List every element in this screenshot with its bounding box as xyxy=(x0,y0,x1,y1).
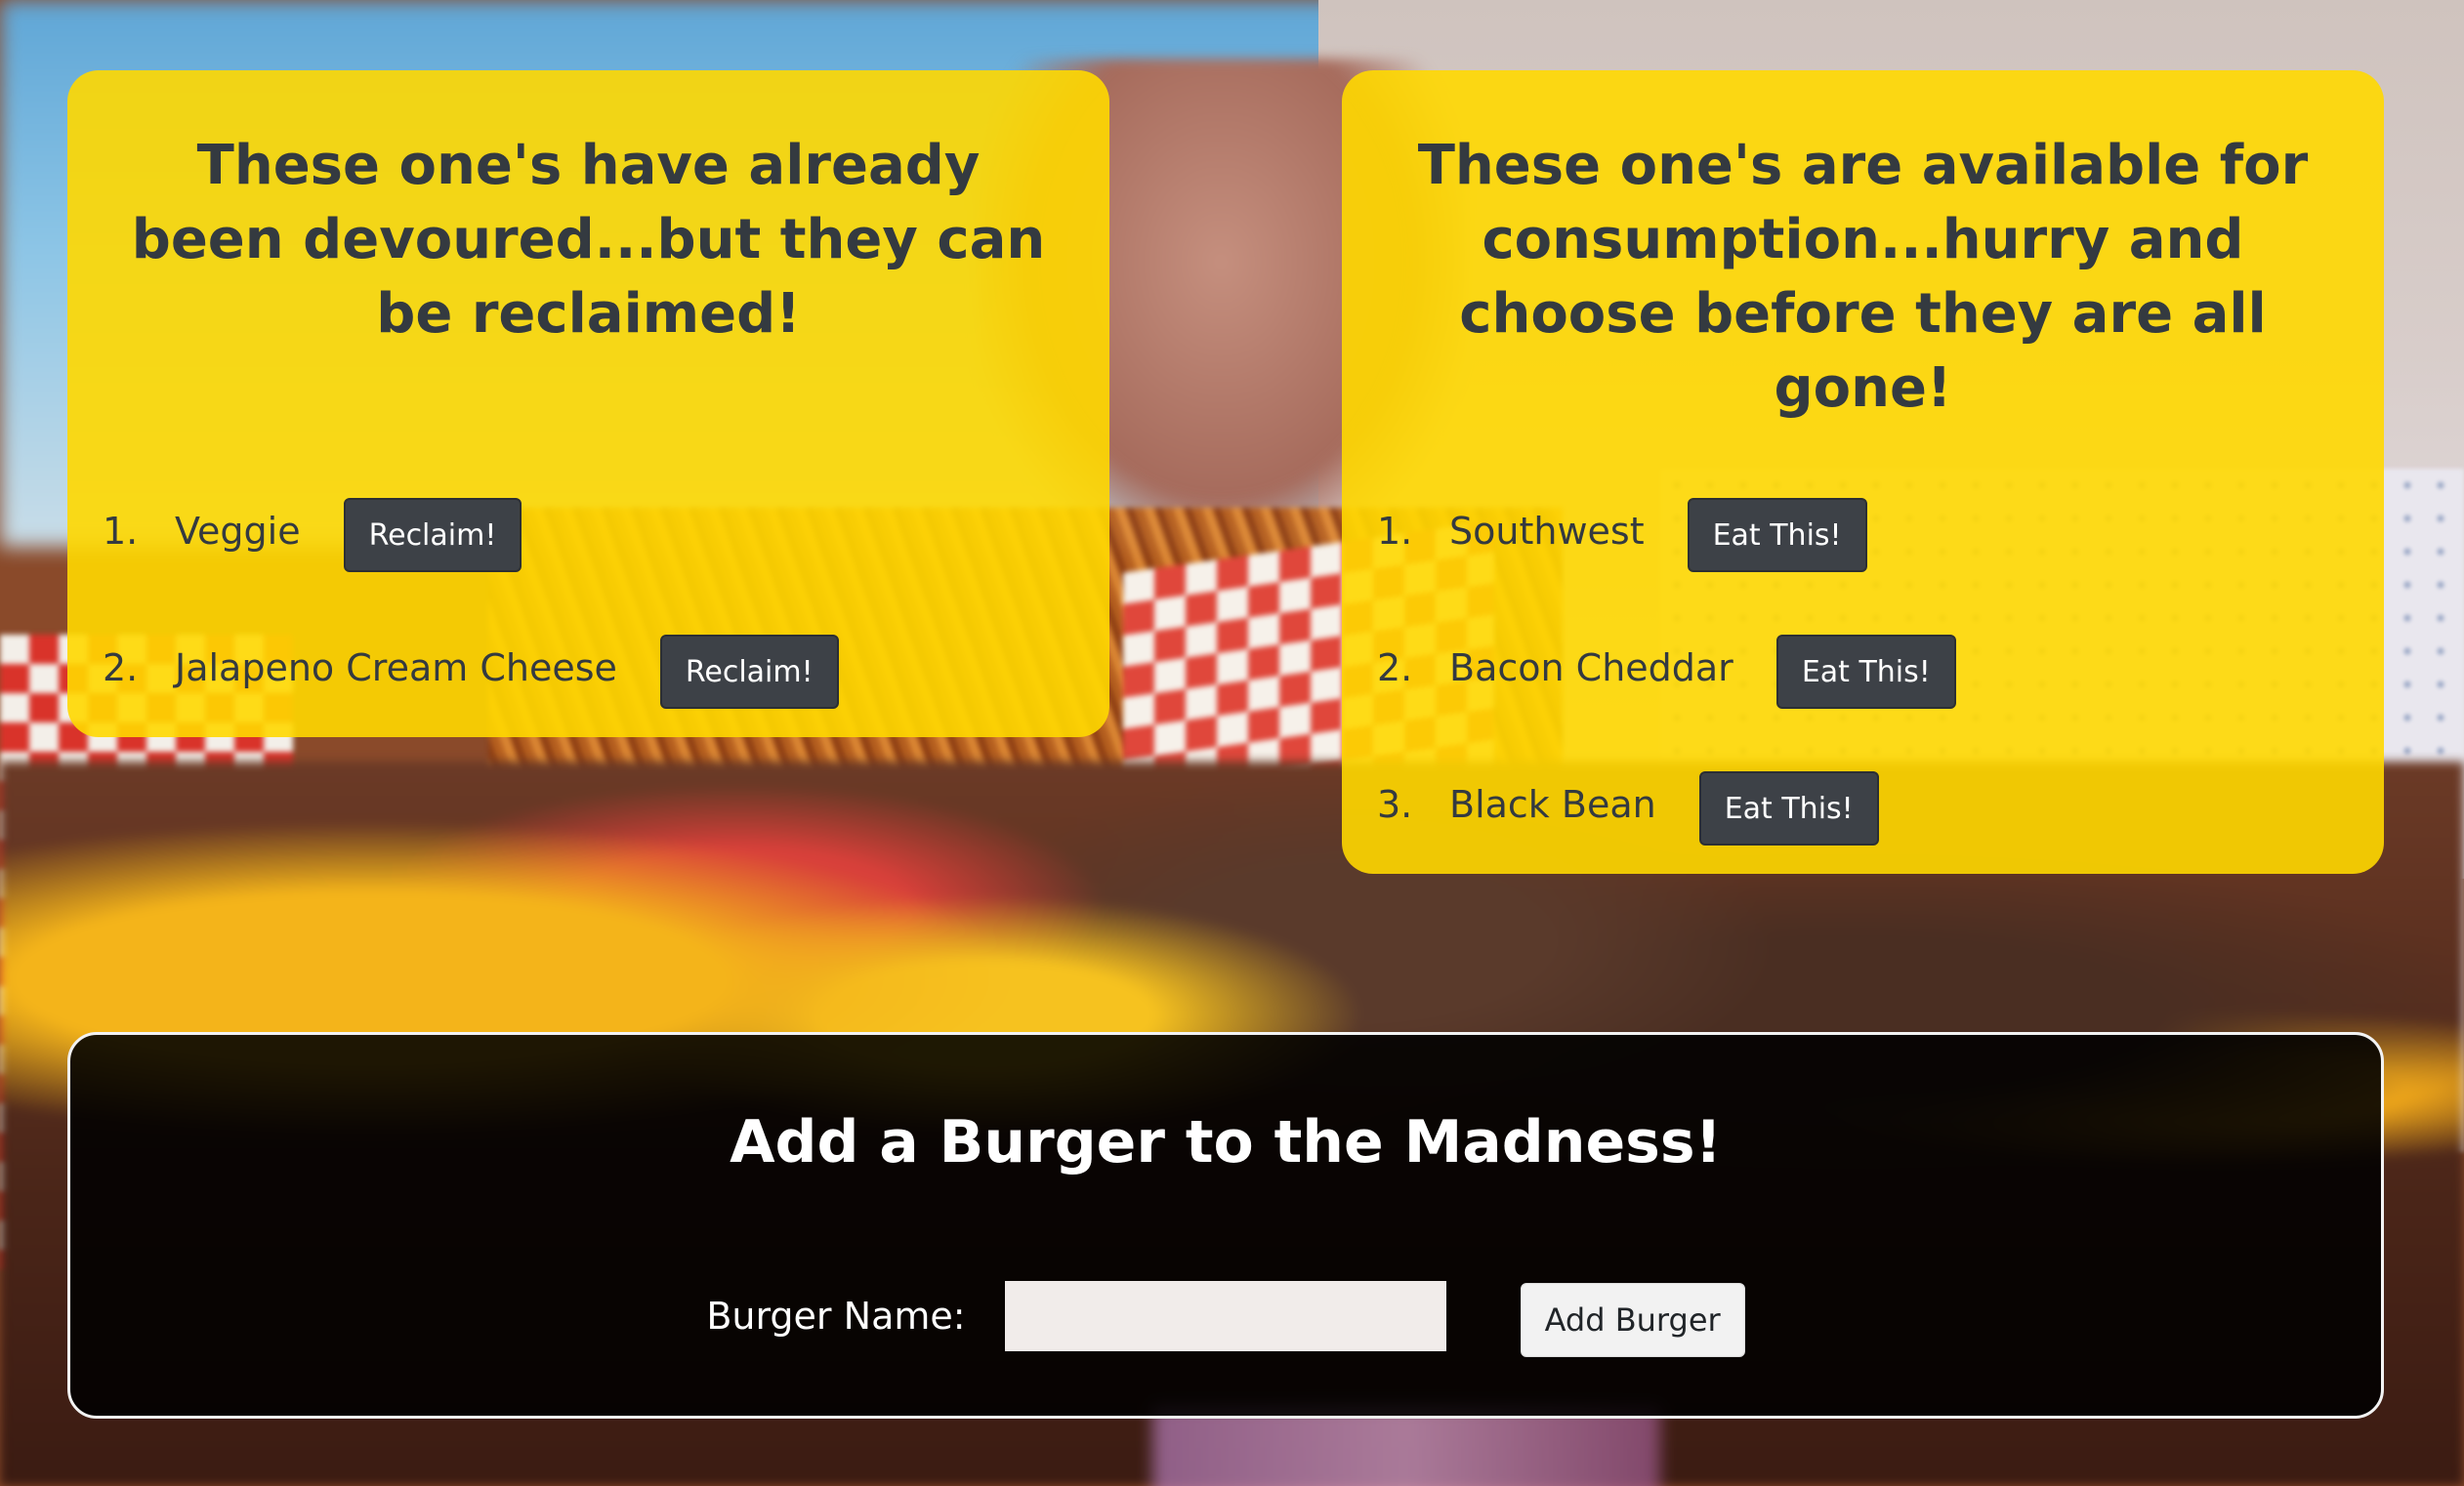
add-burger-panel: Add a Burger to the Madness! Burger Name… xyxy=(67,1032,2384,1419)
eat-this-button[interactable]: Eat This! xyxy=(1775,635,1956,709)
list-item: 1. Southwest Eat This! xyxy=(1377,463,1956,599)
devoured-burgers-panel: These one's have already been devoured..… xyxy=(67,70,1109,737)
list-item: 1. Veggie Reclaim! xyxy=(103,463,839,599)
burger-name-input[interactable] xyxy=(1004,1281,1446,1351)
item-number: 2. xyxy=(1377,646,1413,689)
available-burgers-panel: These one's are available for consumptio… xyxy=(1342,70,2384,874)
burger-name: Southwest xyxy=(1449,510,1645,553)
add-burger-form: Burger Name: Add Burger xyxy=(70,1275,2381,1357)
reclaim-button[interactable]: Reclaim! xyxy=(659,635,839,709)
reclaim-button[interactable]: Reclaim! xyxy=(343,498,522,572)
burger-name: Black Bean xyxy=(1449,783,1656,826)
available-list: 1. Southwest Eat This! 2. Bacon Cheddar … xyxy=(1377,463,1956,873)
devoured-list: 1. Veggie Reclaim! 2. Jalapeno Cream Che… xyxy=(103,463,839,736)
list-item: 2. Bacon Cheddar Eat This! xyxy=(1377,599,1956,736)
burger-name: Veggie xyxy=(175,510,301,553)
eat-this-button[interactable]: Eat This! xyxy=(1687,498,1867,572)
burger-name-label: Burger Name: xyxy=(706,1295,966,1338)
list-item: 3. Black Bean Eat This! xyxy=(1377,736,1956,873)
item-number: 1. xyxy=(1377,510,1413,553)
available-heading: These one's are available for consumptio… xyxy=(1417,134,2309,420)
burger-name: Jalapeno Cream Cheese xyxy=(175,646,617,689)
add-burger-heading: Add a Burger to the Madness! xyxy=(730,1108,1722,1176)
burger-name: Bacon Cheddar xyxy=(1449,646,1733,689)
item-number: 1. xyxy=(103,510,139,553)
devoured-heading: These one's have already been devoured..… xyxy=(131,134,1046,346)
list-item: 2. Jalapeno Cream Cheese Reclaim! xyxy=(103,599,839,736)
eat-this-button[interactable]: Eat This! xyxy=(1698,771,1879,846)
item-number: 2. xyxy=(103,646,139,689)
add-burger-button[interactable]: Add Burger xyxy=(1520,1283,1745,1357)
item-number: 3. xyxy=(1377,783,1413,826)
page: These one's have already been devoured..… xyxy=(0,0,2464,1486)
